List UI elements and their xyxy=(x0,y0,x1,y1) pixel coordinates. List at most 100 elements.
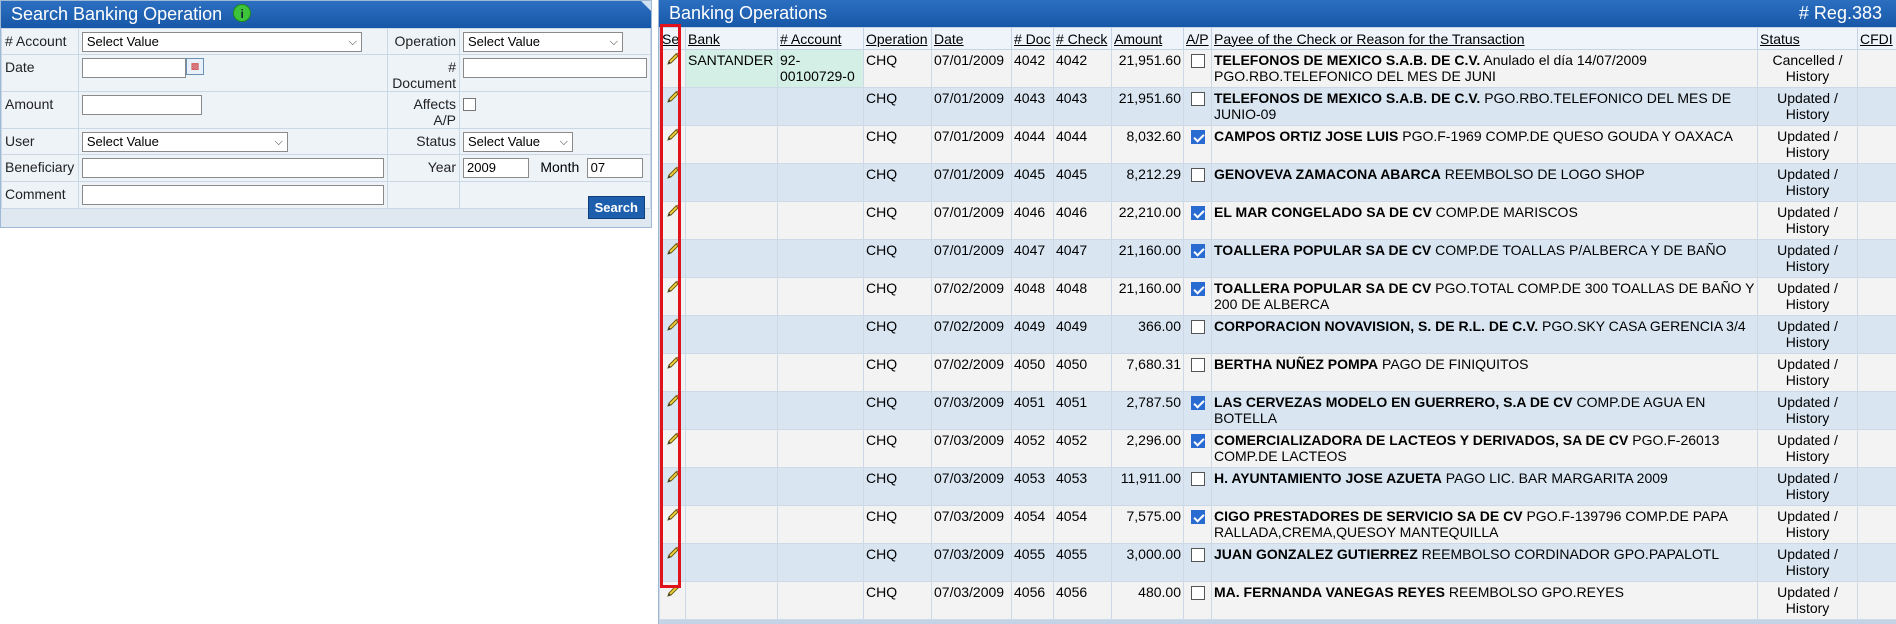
table-row[interactable]: CHQ 07/01/2009 4046 4046 22,210.00 EL MAR CON… xyxy=(659,201,1896,240)
pencil-icon[interactable] xyxy=(666,356,680,370)
pencil-icon[interactable] xyxy=(666,318,680,332)
ap-checkbox[interactable] xyxy=(1190,396,1205,410)
ap-checkbox[interactable] xyxy=(1190,244,1205,258)
check-cell: 4045 xyxy=(1053,163,1112,202)
pencil-icon[interactable] xyxy=(666,470,680,484)
ap-checkbox[interactable] xyxy=(1190,168,1205,182)
cfdi-cell xyxy=(1857,163,1896,202)
date-input[interactable] xyxy=(81,58,186,78)
column-header[interactable]: Payee of the Check or Reason for the Tra… xyxy=(1211,27,1758,50)
table-row[interactable]: CHQ 07/03/2009 4051 4051 2,787.50 LAS CERVEZA… xyxy=(659,391,1896,430)
bank-cell xyxy=(685,315,778,354)
check-cell: 4052 xyxy=(1053,429,1112,468)
table-row[interactable]: CHQ 07/03/2009 4055 4055 3,000.00 JUAN GONZAL… xyxy=(659,543,1896,582)
column-header[interactable]: A/P xyxy=(1183,27,1212,50)
search-button[interactable]: Search xyxy=(587,196,645,219)
cfdi-cell xyxy=(1857,49,1896,88)
pencil-icon[interactable] xyxy=(666,508,680,522)
column-header[interactable]: CFDI xyxy=(1857,27,1896,50)
pencil-icon[interactable] xyxy=(666,128,680,142)
column-header[interactable]: Bank xyxy=(685,27,778,50)
horizontal-scrollbar[interactable] xyxy=(659,620,1896,624)
ap-checkbox[interactable] xyxy=(1190,206,1205,220)
table-row[interactable]: CHQ 07/02/2009 4049 4049 366.00 CORPORACION N… xyxy=(659,315,1896,354)
ap-checkbox[interactable] xyxy=(1190,282,1205,296)
column-header[interactable]: # Doc xyxy=(1011,27,1054,50)
ap-checkbox[interactable] xyxy=(1190,130,1205,144)
account-cell xyxy=(777,201,864,240)
month-label: Month xyxy=(540,159,580,175)
pencil-icon[interactable] xyxy=(666,432,680,446)
pencil-icon[interactable] xyxy=(666,394,680,408)
ap-checkbox[interactable] xyxy=(1190,472,1205,486)
status-cell: Updated / History xyxy=(1757,505,1858,544)
comment-input[interactable] xyxy=(81,185,384,205)
status-select[interactable]: Select Value ⌵ xyxy=(463,132,573,152)
status-cell: Updated / History xyxy=(1757,429,1858,468)
beneficiary-input[interactable] xyxy=(81,158,384,178)
column-header[interactable]: Operation xyxy=(863,27,932,50)
table-row[interactable]: CHQ 07/03/2009 4052 4052 2,296.00 COMERCIALIZ… xyxy=(659,429,1896,468)
table-row[interactable]: CHQ 07/01/2009 4044 4044 8,032.60 CAMPOS ORTI… xyxy=(659,125,1896,164)
operation-cell: CHQ xyxy=(863,581,932,620)
amount-cell: 8,212.29 xyxy=(1111,163,1184,202)
ap-checkbox[interactable] xyxy=(1190,358,1205,372)
check-cell: 4046 xyxy=(1053,201,1112,240)
pencil-icon[interactable] xyxy=(666,204,680,218)
account-select[interactable]: Select Value ⌵ xyxy=(81,32,362,52)
amount-input[interactable] xyxy=(81,95,202,115)
status-cell: Updated / History xyxy=(1757,277,1858,316)
table-row[interactable]: CHQ 07/03/2009 4056 4056 480.00 MA. FERNANDA … xyxy=(659,581,1896,620)
column-header[interactable]: Date xyxy=(931,27,1012,50)
table-row[interactable]: CHQ 07/03/2009 4054 4054 7,575.00 CIGO PRESTA… xyxy=(659,505,1896,544)
column-header[interactable]: # Check xyxy=(1053,27,1112,50)
payee-cell: CORPORACION NOVAVISION, S. DE R.L. DE C.… xyxy=(1211,315,1758,354)
bank-cell xyxy=(685,163,778,202)
pencil-icon[interactable] xyxy=(666,52,680,66)
bank-cell xyxy=(685,239,778,278)
table-row[interactable]: SANTANDER 92-00100729-0 CHQ 07/01/2009 4042 4… xyxy=(659,49,1896,88)
info-icon[interactable]: i xyxy=(233,4,252,23)
date-label: Date xyxy=(1,54,79,92)
month-input[interactable]: 07 xyxy=(586,158,643,178)
cfdi-cell xyxy=(1857,353,1896,392)
pencil-icon[interactable] xyxy=(666,166,680,180)
affects-ap-checkbox[interactable] xyxy=(463,98,476,112)
user-select[interactable]: Select Value ⌵ xyxy=(81,132,288,152)
payee-cell: BERTHA NUÑEZ POMPA PAGO DE FINIQUITOS xyxy=(1211,353,1758,392)
table-row[interactable]: CHQ 07/02/2009 4048 4048 21,160.00 TOALLERA P… xyxy=(659,277,1896,316)
ap-checkbox[interactable] xyxy=(1190,92,1205,106)
column-header[interactable]: Amount xyxy=(1111,27,1184,50)
ap-cell xyxy=(1183,353,1212,392)
table-row[interactable]: CHQ 07/02/2009 4050 4050 7,680.31 BERTHA NUÑE… xyxy=(659,353,1896,392)
pencil-icon[interactable] xyxy=(666,546,680,560)
ap-checkbox[interactable] xyxy=(1190,510,1205,524)
payee-cell: CIGO PRESTADORES DE SERVICIO SA DE CV PG… xyxy=(1211,505,1758,544)
document-input[interactable] xyxy=(463,58,647,78)
doc-cell: 4055 xyxy=(1011,543,1054,582)
ap-checkbox[interactable] xyxy=(1190,434,1205,448)
ap-checkbox[interactable] xyxy=(1190,548,1205,562)
cfdi-cell xyxy=(1857,87,1896,126)
select-cell xyxy=(659,467,686,506)
ap-checkbox[interactable] xyxy=(1190,586,1205,600)
table-row[interactable]: CHQ 07/03/2009 4053 4053 11,911.00 H. AYUNTAM… xyxy=(659,467,1896,506)
pencil-icon[interactable] xyxy=(666,280,680,294)
column-header[interactable]: Status xyxy=(1757,27,1858,50)
column-header[interactable]: Se xyxy=(659,27,686,50)
status-cell: Updated / History xyxy=(1757,239,1858,278)
select-cell xyxy=(659,277,686,316)
column-header[interactable]: # Account xyxy=(777,27,864,50)
calendar-icon[interactable]: ▩ xyxy=(185,58,204,75)
year-input[interactable]: 2009 xyxy=(463,158,529,178)
table-row[interactable]: CHQ 07/01/2009 4045 4045 8,212.29 GENOVEVA ZA… xyxy=(659,163,1896,202)
document-label: # Document xyxy=(387,54,460,92)
ap-checkbox[interactable] xyxy=(1190,54,1205,68)
ap-checkbox[interactable] xyxy=(1190,320,1205,334)
operation-select[interactable]: Select Value ⌵ xyxy=(463,32,623,52)
pencil-icon[interactable] xyxy=(666,584,680,598)
pencil-icon[interactable] xyxy=(666,90,680,104)
table-row[interactable]: CHQ 07/01/2009 4043 4043 21,951.60 TELEFONOS … xyxy=(659,87,1896,126)
table-row[interactable]: CHQ 07/01/2009 4047 4047 21,160.00 TOALLERA P… xyxy=(659,239,1896,278)
pencil-icon[interactable] xyxy=(666,242,680,256)
